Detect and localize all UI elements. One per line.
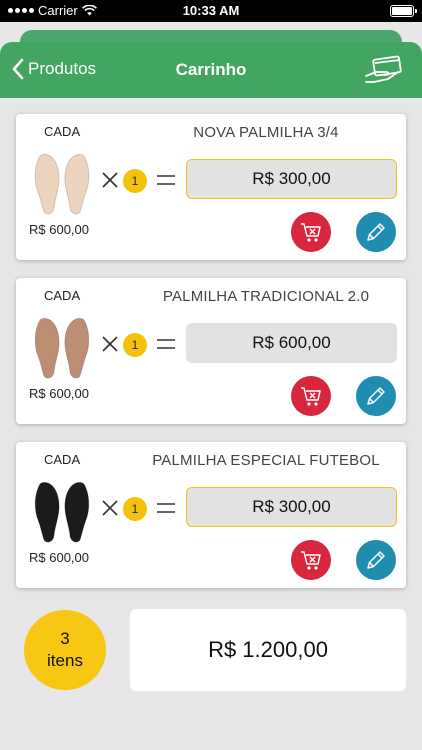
cart-item-card: CADA PALMILHA ESPECIAL FUTEBOL R$ 600,00… <box>16 442 406 588</box>
product-name: NOVA PALMILHA 3/4 <box>193 124 339 141</box>
remove-from-cart-button[interactable] <box>291 540 331 580</box>
equals-icon <box>157 175 175 185</box>
grand-total: R$ 1.200,00 <box>130 609 406 691</box>
product-name: PALMILHA TRADICIONAL 2.0 <box>162 288 370 305</box>
item-count-label: itens <box>47 651 83 670</box>
remove-from-cart-button[interactable] <box>291 212 331 252</box>
cart-item-card: CADA NOVA PALMILHA 3/4 R$ 600,00 1 R$ 30… <box>16 114 406 260</box>
multiply-icon <box>102 172 118 188</box>
unit-price: R$ 600,00 <box>29 550 89 565</box>
multiply-icon <box>102 500 118 516</box>
status-bar: Carrier 10:33 AM <box>0 0 422 22</box>
remove-from-cart-button[interactable] <box>291 376 331 416</box>
quantity-badge[interactable]: 1 <box>123 169 147 193</box>
pencil-icon <box>367 223 385 241</box>
cart-remove-icon <box>301 551 321 570</box>
cart-remove-icon <box>301 223 321 242</box>
quantity-badge[interactable]: 1 <box>123 497 147 521</box>
insole-image <box>34 481 90 543</box>
edit-item-button[interactable] <box>356 540 396 580</box>
item-count-badge: 3 itens <box>24 610 106 690</box>
cart-remove-icon <box>301 387 321 406</box>
edit-item-button[interactable] <box>356 376 396 416</box>
item-total: R$ 300,00 <box>186 487 397 527</box>
equals-icon <box>157 503 175 513</box>
product-name: PALMILHA ESPECIAL FUTEBOL <box>152 452 380 469</box>
multiply-icon <box>102 336 118 352</box>
cart-item-card: CADA PALMILHA TRADICIONAL 2.0 R$ 600,00 … <box>16 278 406 424</box>
equals-icon <box>157 339 175 349</box>
insole-image <box>34 317 90 379</box>
unit-price: R$ 600,00 <box>29 222 89 237</box>
unit-price: R$ 600,00 <box>29 386 89 401</box>
edit-item-button[interactable] <box>356 212 396 252</box>
pencil-icon <box>367 387 385 405</box>
item-total: R$ 300,00 <box>186 159 397 199</box>
battery-icon <box>390 5 417 17</box>
insole-image <box>34 153 90 215</box>
item-total: R$ 600,00 <box>186 323 397 363</box>
unit-label: CADA <box>44 124 81 139</box>
hand-card-payment-icon[interactable] <box>364 54 404 86</box>
status-time: 10:33 AM <box>182 3 240 18</box>
navbar: Produtos Carrinho <box>0 42 422 98</box>
unit-label: CADA <box>44 452 81 467</box>
unit-label: CADA <box>44 288 81 303</box>
item-count: 3 <box>60 629 70 648</box>
quantity-badge[interactable]: 1 <box>123 333 147 357</box>
pencil-icon <box>367 551 385 569</box>
page-title: Carrinho <box>175 60 247 79</box>
